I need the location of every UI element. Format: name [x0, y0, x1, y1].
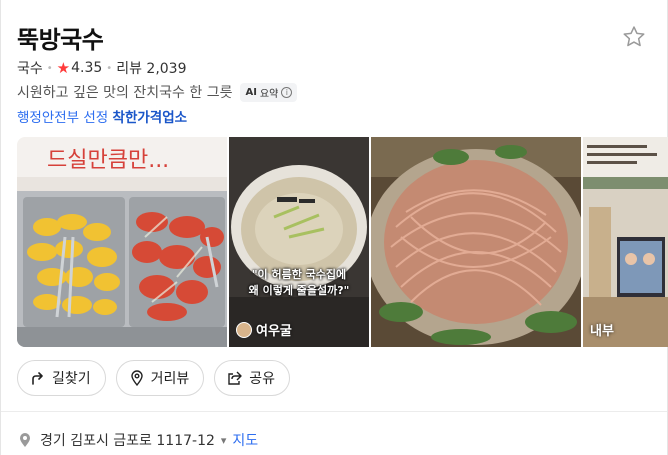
location-pin-icon [20, 433, 30, 447]
address-text[interactable]: 경기 김포시 금포로 1117-12 [40, 430, 215, 450]
share-label: 공유 [249, 371, 276, 387]
place-title: 뚝방국수 [17, 26, 104, 54]
directions-label: 길찾기 [52, 371, 91, 387]
photo-gallery: 드실만큼만... "이 허름한 국수집에 왜 이렇게 줄을설까?" 여우굴 내부 [17, 137, 668, 347]
chevron-down-icon[interactable]: ▾ [221, 434, 227, 447]
ai-summary-button[interactable]: AI 요약 i [240, 82, 298, 102]
ai-badge-label: 요약 [259, 88, 279, 100]
interior-photo[interactable]: 내부 [583, 137, 668, 347]
photo-category-label: 내부 [590, 324, 614, 339]
food-photo[interactable]: 드실만큼만... [17, 137, 227, 347]
photo-label: 여우굴 [236, 320, 292, 339]
review-quote: "이 허름한 국수집에 왜 이렇게 줄을설까?" [235, 267, 363, 299]
description-text: 시원하고 깊은 맛의 잔치국수 한 그릇 [17, 85, 233, 101]
separator-dot: • [46, 62, 53, 74]
quote-line-2: 왜 이렇게 줄을설까?" [248, 284, 350, 297]
overlay-handwriting-text: 드실만큼만... [47, 148, 169, 173]
blogger-avatar [236, 321, 252, 338]
streetview-pin-icon [130, 370, 143, 386]
directions-icon [32, 372, 43, 385]
place-description: 시원하고 깊은 맛의 잔치국수 한 그릇 AI 요약 i [17, 82, 298, 102]
info-icon: i [281, 86, 293, 98]
share-button[interactable]: 공유 [214, 360, 291, 396]
directions-button[interactable]: 길찾기 [17, 360, 106, 396]
certification-prefix: 행정안전부 선정 [17, 110, 113, 126]
category-label: 국수 [17, 61, 43, 77]
place-meta: 국수 • ★ 4.35 • 리뷰 2,039 [17, 58, 187, 78]
ai-badge-prefix: AI [245, 86, 257, 98]
place-card: 뚝방국수 국수 • ★ 4.35 • 리뷰 2,039 시원하고 깊은 맛의 잔… [0, 0, 668, 455]
map-link[interactable]: 지도 [232, 430, 258, 450]
streetview-button[interactable]: 거리뷰 [115, 360, 205, 396]
blogger-name: 여우굴 [256, 324, 292, 339]
share-icon [228, 371, 242, 385]
blog-photo[interactable]: "이 허름한 국수집에 왜 이렇게 줄을설까?" 여우굴 [229, 137, 369, 347]
address-row: 경기 김포시 금포로 1117-12 ▾ 지도 [18, 430, 258, 450]
certification-highlight: 착한가격업소 [112, 110, 188, 126]
review-count[interactable]: 리뷰 2,039 [116, 58, 186, 78]
streetview-label: 거리뷰 [150, 371, 190, 387]
rating-star-icon: ★ [56, 59, 71, 77]
certification-line[interactable]: 행정안전부 선정 착한가격업소 [17, 106, 187, 126]
action-bar: 길찾기 거리뷰 공유 [17, 360, 300, 396]
divider [1, 411, 667, 412]
noodle-photo[interactable] [371, 137, 581, 347]
quote-line-1: "이 허름한 국수집에 [251, 268, 347, 281]
rating-value: 4.35 [71, 60, 103, 76]
separator-dot: • [106, 62, 113, 74]
photo-label: 내부 [590, 320, 614, 339]
favorite-star-icon[interactable] [621, 24, 647, 50]
